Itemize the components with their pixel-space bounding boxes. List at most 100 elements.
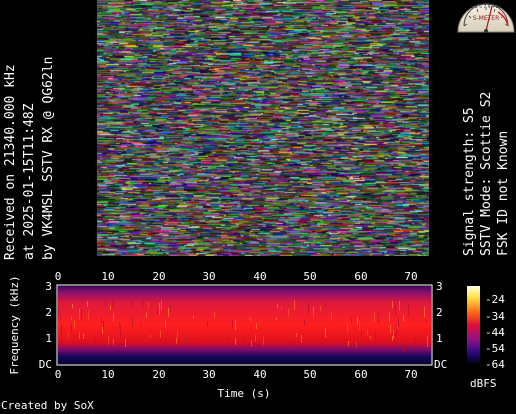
spectrogram-streak: [193, 315, 194, 319]
s-meter-gauge-icon: 1 3 5 7 9 +20 S-METER: [457, 3, 515, 33]
spectrogram-streak: [232, 319, 233, 327]
spectrogram-streak: [132, 301, 133, 307]
x-tick-bottom: 60: [354, 368, 367, 381]
spectrogram-streak: [159, 303, 160, 315]
spectrogram-streak: [214, 312, 215, 318]
x-tick-bottom: 30: [202, 368, 215, 381]
spectrogram-streak: [347, 323, 348, 333]
x-tick-bottom: 20: [152, 368, 165, 381]
spectrogram-streak: [148, 302, 149, 307]
spectrogram-streak: [361, 331, 362, 336]
spectrogram-streak: [79, 332, 80, 339]
spectrogram-streak: [398, 318, 399, 327]
received-line-3: by VK4MSL SSTV RX @ QG62ln: [41, 56, 56, 261]
spectrogram-streak: [160, 331, 161, 338]
spectrogram-streak: [132, 316, 133, 327]
spectrogram-streak: [313, 308, 314, 317]
x-tick-top: 0: [55, 270, 62, 283]
spectrogram-streak: [150, 335, 151, 338]
spectrogram-streak: [383, 341, 384, 350]
y-tick-right: DC: [434, 358, 447, 371]
x-tick-bottom: 10: [101, 368, 114, 381]
spectrogram-streak: [308, 303, 309, 314]
spectrogram-streak: [218, 305, 219, 310]
spectrogram-streak: [243, 336, 244, 342]
x-tick-top: 70: [404, 270, 417, 283]
spectrogram-streak: [72, 304, 73, 308]
received-line-1: Received on 21340.000 kHz: [3, 64, 18, 260]
x-tick-top: 50: [303, 270, 316, 283]
spectrogram-streak: [250, 318, 251, 321]
spectrogram-streak: [281, 307, 282, 310]
y-tick-right: 1: [436, 332, 443, 345]
spectrogram-streak: [348, 341, 349, 346]
spectrogram-streak: [88, 310, 89, 321]
spectrogram-streak: [108, 336, 109, 345]
spectrogram-streak: [141, 325, 142, 329]
spectrogram-streak: [356, 342, 357, 348]
y-tick-left: 1: [45, 332, 52, 345]
s-meter-scale: 1 3 5 7 9 +20: [471, 4, 502, 10]
sstv-mode-text: SSTV Mode: Scottie S2: [479, 91, 494, 256]
y-ticks-left: 3 2 1 DC: [39, 280, 52, 371]
spectrogram-streak: [87, 301, 88, 307]
spectrogram-streak: [227, 337, 228, 347]
spectrogram-streak: [351, 318, 352, 323]
colorbar-unit: dBFS: [470, 377, 497, 390]
colorbar-tick: -64: [485, 358, 505, 371]
spectrogram-streak: [277, 304, 278, 308]
spectrogram-streak: [301, 335, 302, 343]
spectrogram-streak: [165, 320, 166, 328]
spectrogram-streak: [83, 333, 84, 339]
spectrogram-streak: [71, 316, 72, 320]
x-ticks-bottom: 0 10 20 30 40 50 60 70: [55, 368, 418, 381]
spectrogram-streak: [397, 326, 398, 329]
signal-strength-text: Signal strength: S5: [462, 107, 477, 256]
spectrogram-streak: [424, 307, 425, 318]
spectrogram-streak: [176, 338, 177, 344]
colorbar-tick: -24: [485, 293, 505, 306]
spectrogram-streak: [157, 310, 158, 314]
spectrogram-panel: 0 10 20 30 40 50 60 70 3 2 1 DC 3 2 1 DC…: [8, 270, 505, 400]
spectrogram-streak: [331, 312, 332, 321]
spectrogram-streak: [168, 308, 169, 317]
spectrogram-streak: [263, 337, 264, 345]
spectrogram-streak: [110, 305, 111, 310]
spectrogram-streak: [81, 309, 82, 319]
spectrogram-streak: [61, 325, 62, 335]
spectrogram-streak: [296, 333, 297, 337]
x-axis-title: Time (s): [218, 387, 271, 400]
y-tick-right: 3: [436, 280, 443, 293]
spectrogram-streak: [170, 305, 171, 312]
fsk-id-text: FSK ID not Known: [496, 130, 511, 256]
x-tick-top: 60: [354, 270, 367, 283]
spectrogram-streak: [392, 301, 393, 308]
spectrogram-streak: [251, 340, 252, 347]
spectrogram-streak: [95, 336, 96, 347]
spectrogram-streak: [375, 331, 376, 339]
spectrogram-streak: [415, 337, 416, 345]
spectrogram-streak: [113, 313, 114, 322]
y-tick-right: 2: [436, 306, 443, 319]
spectrogram-streak: [309, 335, 310, 338]
spectrogram-streak: [165, 337, 166, 343]
spectrogram-streak: [140, 322, 141, 325]
spectrogram-streak: [404, 302, 405, 307]
received-line-2: at 2025-01-15T11:48Z: [22, 103, 37, 260]
spectrogram-streak: [256, 323, 257, 329]
spectrogram-streak: [194, 337, 195, 344]
colorbar-tick: -44: [485, 326, 505, 339]
spectrogram-streak: [392, 336, 393, 341]
y-tick-left: 3: [45, 280, 52, 293]
spectrogram-streak: [125, 339, 126, 347]
spectrogram-streak: [68, 333, 69, 339]
spectrogram-streak: [358, 336, 359, 348]
x-tick-bottom: 70: [404, 368, 417, 381]
spectrogram-streak: [161, 300, 162, 310]
spectrogram-streak: [71, 324, 72, 333]
spectrogram-streak: [235, 338, 236, 345]
s-meter-label: S-METER: [473, 15, 500, 22]
spectrogram-streak: [60, 310, 61, 322]
spectrogram-streak: [395, 305, 396, 316]
x-tick-top: 30: [202, 270, 215, 283]
